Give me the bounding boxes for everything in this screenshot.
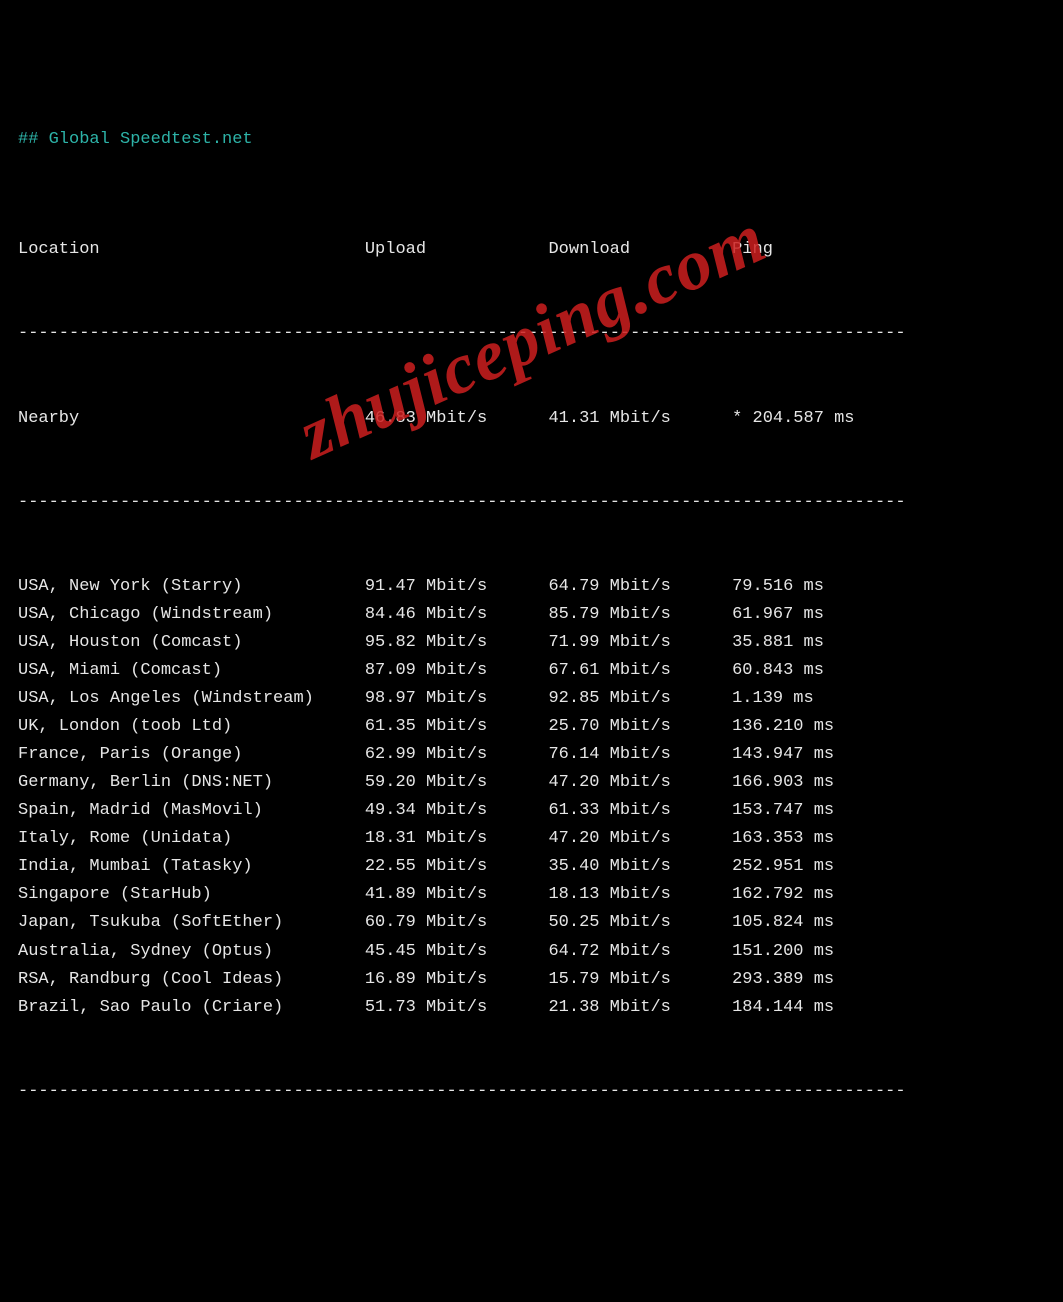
cell-location: India, Mumbai (Tatasky)	[18, 853, 365, 881]
cell-upload: 87.09 Mbit/s	[365, 657, 549, 685]
cell-ping: 184.144 ms	[732, 994, 834, 1022]
table-row: India, Mumbai (Tatasky)22.55 Mbit/s35.40…	[18, 853, 1045, 881]
divider-line: ----------------------------------------…	[18, 320, 1045, 348]
cell-upload: 16.89 Mbit/s	[365, 966, 549, 994]
cell-upload: 91.47 Mbit/s	[365, 573, 549, 601]
cell-download: 18.13 Mbit/s	[548, 881, 732, 909]
cell-upload: 46.83 Mbit/s	[365, 405, 549, 433]
table-row: Italy, Rome (Unidata)18.31 Mbit/s47.20 M…	[18, 825, 1045, 853]
cell-ping: 166.903 ms	[732, 769, 834, 797]
cell-location: Germany, Berlin (DNS:NET)	[18, 769, 365, 797]
cell-upload: 45.45 Mbit/s	[365, 938, 549, 966]
table-row: RSA, Randburg (Cool Ideas)16.89 Mbit/s15…	[18, 966, 1045, 994]
cell-download: 61.33 Mbit/s	[548, 797, 732, 825]
cell-ping: 61.967 ms	[732, 601, 824, 629]
cell-upload: 61.35 Mbit/s	[365, 713, 549, 741]
cell-download: 41.31 Mbit/s	[548, 405, 732, 433]
cell-upload: 98.97 Mbit/s	[365, 685, 549, 713]
cell-download: 64.79 Mbit/s	[548, 573, 732, 601]
cell-download: 92.85 Mbit/s	[548, 685, 732, 713]
cell-location: RSA, Randburg (Cool Ideas)	[18, 966, 365, 994]
cell-ping: 162.792 ms	[732, 881, 834, 909]
table-row: Nearby46.83 Mbit/s41.31 Mbit/s* 204.587 …	[18, 405, 1045, 433]
cell-location: UK, London (toob Ltd)	[18, 713, 365, 741]
cell-ping: 151.200 ms	[732, 938, 834, 966]
cell-location: USA, New York (Starry)	[18, 573, 365, 601]
cell-upload: 62.99 Mbit/s	[365, 741, 549, 769]
cell-ping: 153.747 ms	[732, 797, 834, 825]
cell-location: Japan, Tsukuba (SoftEther)	[18, 909, 365, 937]
cell-location: Nearby	[18, 405, 365, 433]
divider-line: ----------------------------------------…	[18, 489, 1045, 517]
cell-upload: 49.34 Mbit/s	[365, 797, 549, 825]
table-header-row: LocationUploadDownloadPing	[18, 236, 1045, 264]
cell-location: Brazil, Sao Paulo (Criare)	[18, 994, 365, 1022]
cell-download: 71.99 Mbit/s	[548, 629, 732, 657]
cell-location: Singapore (StarHub)	[18, 881, 365, 909]
cell-location: USA, Houston (Comcast)	[18, 629, 365, 657]
header-location: Location	[18, 236, 365, 264]
table-row: USA, Chicago (Windstream)84.46 Mbit/s85.…	[18, 601, 1045, 629]
cell-ping: 136.210 ms	[732, 713, 834, 741]
cell-location: USA, Los Angeles (Windstream)	[18, 685, 365, 713]
cell-upload: 18.31 Mbit/s	[365, 825, 549, 853]
cell-location: USA, Miami (Comcast)	[18, 657, 365, 685]
cell-ping: 163.353 ms	[732, 825, 834, 853]
cell-download: 85.79 Mbit/s	[548, 601, 732, 629]
cell-download: 47.20 Mbit/s	[548, 825, 732, 853]
cell-ping: 252.951 ms	[732, 853, 834, 881]
header-upload: Upload	[365, 236, 549, 264]
cell-download: 47.20 Mbit/s	[548, 769, 732, 797]
table-row: Brazil, Sao Paulo (Criare)51.73 Mbit/s21…	[18, 994, 1045, 1022]
table-row: UK, London (toob Ltd)61.35 Mbit/s25.70 M…	[18, 713, 1045, 741]
table-row: Australia, Sydney (Optus)45.45 Mbit/s64.…	[18, 938, 1045, 966]
header-ping: Ping	[732, 236, 773, 264]
table-row: USA, Houston (Comcast)95.82 Mbit/s71.99 …	[18, 629, 1045, 657]
table-row: USA, Miami (Comcast)87.09 Mbit/s67.61 Mb…	[18, 657, 1045, 685]
cell-ping: 143.947 ms	[732, 741, 834, 769]
table-row: Japan, Tsukuba (SoftEther)60.79 Mbit/s50…	[18, 909, 1045, 937]
table-row: USA, Los Angeles (Windstream)98.97 Mbit/…	[18, 685, 1045, 713]
cell-download: 25.70 Mbit/s	[548, 713, 732, 741]
cell-upload: 84.46 Mbit/s	[365, 601, 549, 629]
cell-download: 35.40 Mbit/s	[548, 853, 732, 881]
table-row: Germany, Berlin (DNS:NET)59.20 Mbit/s47.…	[18, 769, 1045, 797]
section-title: ## Global Speedtest.net	[18, 126, 1045, 154]
cell-ping: 105.824 ms	[732, 909, 834, 937]
cell-ping: 79.516 ms	[732, 573, 824, 601]
cell-ping: 293.389 ms	[732, 966, 834, 994]
cell-upload: 41.89 Mbit/s	[365, 881, 549, 909]
table-row: France, Paris (Orange)62.99 Mbit/s76.14 …	[18, 741, 1045, 769]
cell-location: USA, Chicago (Windstream)	[18, 601, 365, 629]
table-row: Singapore (StarHub)41.89 Mbit/s18.13 Mbi…	[18, 881, 1045, 909]
cell-location: Australia, Sydney (Optus)	[18, 938, 365, 966]
cell-download: 15.79 Mbit/s	[548, 966, 732, 994]
cell-download: 50.25 Mbit/s	[548, 909, 732, 937]
cell-upload: 51.73 Mbit/s	[365, 994, 549, 1022]
cell-download: 67.61 Mbit/s	[548, 657, 732, 685]
cell-upload: 22.55 Mbit/s	[365, 853, 549, 881]
cell-ping: 60.843 ms	[732, 657, 824, 685]
cell-ping: 1.139 ms	[732, 685, 814, 713]
cell-ping: * 204.587 ms	[732, 405, 854, 433]
cell-upload: 95.82 Mbit/s	[365, 629, 549, 657]
cell-ping: 35.881 ms	[732, 629, 824, 657]
cell-download: 21.38 Mbit/s	[548, 994, 732, 1022]
cell-location: Spain, Madrid (MasMovil)	[18, 797, 365, 825]
cell-download: 76.14 Mbit/s	[548, 741, 732, 769]
cell-download: 64.72 Mbit/s	[548, 938, 732, 966]
divider-line: ----------------------------------------…	[18, 1078, 1045, 1106]
cell-location: France, Paris (Orange)	[18, 741, 365, 769]
cell-upload: 59.20 Mbit/s	[365, 769, 549, 797]
cell-location: Italy, Rome (Unidata)	[18, 825, 365, 853]
cell-upload: 60.79 Mbit/s	[365, 909, 549, 937]
table-row: Spain, Madrid (MasMovil)49.34 Mbit/s61.3…	[18, 797, 1045, 825]
header-download: Download	[548, 236, 732, 264]
table-row: USA, New York (Starry)91.47 Mbit/s64.79 …	[18, 573, 1045, 601]
